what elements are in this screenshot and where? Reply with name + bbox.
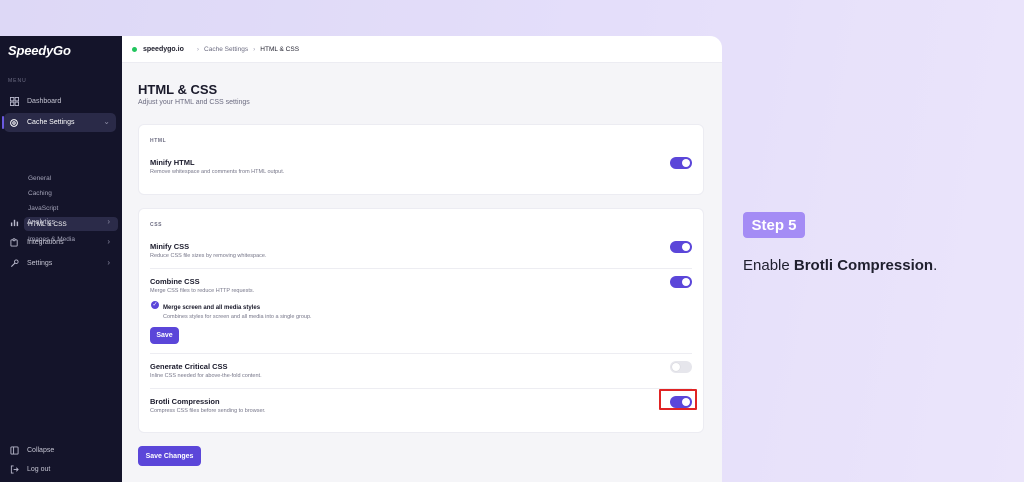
sidebar-item-collapse[interactable]: Collapse: [4, 441, 116, 460]
sidebar-item-dashboard[interactable]: Dashboard: [4, 92, 116, 111]
chevron-right-icon: ›: [107, 258, 110, 267]
minify-css-toggle[interactable]: [670, 241, 692, 253]
menu-section-label: MENU: [8, 78, 27, 84]
brotli-desc: Compress CSS files before sending to bro…: [150, 408, 266, 414]
brotli-highlight-box: [659, 389, 697, 410]
sidebar-item-label: Dashboard: [27, 98, 62, 105]
sidebar-item-label: Collapse: [27, 447, 55, 454]
site-name[interactable]: speedygo.io: [143, 46, 184, 53]
logo: SpeedyGo: [8, 43, 71, 58]
minify-html-title: Minify HTML: [150, 158, 195, 167]
sidebar: SpeedyGo MENU Dashboard Cache Settings ⌄…: [0, 36, 122, 482]
breadcrumb-current: HTML & CSS: [260, 45, 300, 53]
sidebar-item-integrations[interactable]: Integrations ›: [4, 233, 116, 252]
collapse-icon: [8, 445, 20, 457]
page-subtitle: Adjust your HTML and CSS settings: [138, 99, 250, 106]
sidebar-item-settings[interactable]: Settings ›: [4, 254, 116, 273]
step-text-bold: Brotli Compression: [793, 257, 934, 274]
css-card: CSS Minify CSS Reduce CSS file sizes by …: [138, 208, 704, 433]
minify-html-desc: Remove whitespace and comments from HTML…: [150, 169, 285, 175]
toggle-knob: [682, 278, 690, 286]
page-title: HTML & CSS: [138, 82, 218, 97]
toggle-knob: [682, 243, 690, 251]
critical-css-desc: Inline CSS needed for above-the-fold con…: [150, 373, 262, 379]
topbar: speedygo.io › Cache Settings › HTML & CS…: [122, 36, 722, 63]
step-badge: Step 5: [743, 212, 805, 238]
critical-css-toggle[interactable]: [670, 361, 692, 373]
toggle-knob: [682, 159, 690, 167]
breadcrumb-item[interactable]: Cache Settings: [204, 46, 248, 53]
gear-icon: [8, 117, 20, 129]
sidebar-item-logout[interactable]: Log out: [4, 460, 116, 479]
minify-css-desc: Reduce CSS file sizes by removing whites…: [150, 253, 267, 259]
sidebar-item-label: Analytics: [27, 219, 56, 226]
dashboard-icon: [8, 96, 20, 108]
card-section-label: CSS: [150, 222, 163, 228]
step-text-suffix: .: [933, 257, 938, 274]
sidebar-item-label: Log out: [27, 466, 51, 473]
wrench-icon: [8, 258, 20, 270]
divider: [150, 388, 692, 389]
combine-css-toggle[interactable]: [670, 276, 692, 288]
sidebar-item-cache-settings[interactable]: Cache Settings ⌄: [2, 113, 116, 132]
merge-media-title: Merge screen and all media styles: [163, 305, 261, 311]
brotli-title: Brotli Compression: [150, 397, 220, 406]
chevron-right-icon: ›: [107, 237, 110, 246]
critical-css-title: Generate Critical CSS: [150, 362, 228, 371]
sidebar-subitem-caching[interactable]: Caching: [24, 186, 118, 200]
sidebar-item-label: Settings: [27, 260, 53, 267]
sidebar-item-label: Cache Settings: [27, 119, 75, 126]
puzzle-icon: [8, 237, 20, 249]
logout-icon: [8, 464, 20, 476]
toggle-knob: [672, 363, 680, 371]
html-card: HTML Minify HTML Remove whitespace and c…: [138, 124, 704, 195]
merge-media-desc: Combines styles for screen and all media…: [163, 314, 312, 320]
combine-css-desc: Merge CSS files to reduce HTTP requests.: [150, 288, 255, 294]
divider: [150, 353, 692, 354]
save-changes-button[interactable]: Save Changes: [138, 446, 201, 466]
sidebar-item-label: Integrations: [27, 239, 64, 246]
breadcrumb-separator-icon: ›: [196, 45, 200, 53]
card-section-label: HTML: [150, 138, 167, 144]
step-text-prefix: Enable: [743, 257, 794, 274]
minify-html-toggle[interactable]: [670, 157, 692, 169]
breadcrumb-separator-icon: ›: [253, 45, 256, 53]
minify-css-title: Minify CSS: [150, 242, 190, 251]
chevron-right-icon: ›: [107, 217, 110, 226]
combine-save-button[interactable]: Save: [150, 327, 179, 344]
divider: [150, 268, 692, 269]
combine-css-title: Combine CSS: [150, 277, 200, 286]
chevron-down-icon: ⌄: [103, 117, 110, 126]
step-instruction: Enable Brotli Compression.: [743, 257, 937, 274]
sidebar-subitem-general[interactable]: General: [24, 171, 118, 185]
bar-chart-icon: [8, 217, 20, 229]
sidebar-item-analytics[interactable]: Analytics ›: [4, 213, 116, 232]
status-dot: [132, 46, 137, 52]
merge-media-checkbox[interactable]: ✓: [151, 301, 159, 309]
